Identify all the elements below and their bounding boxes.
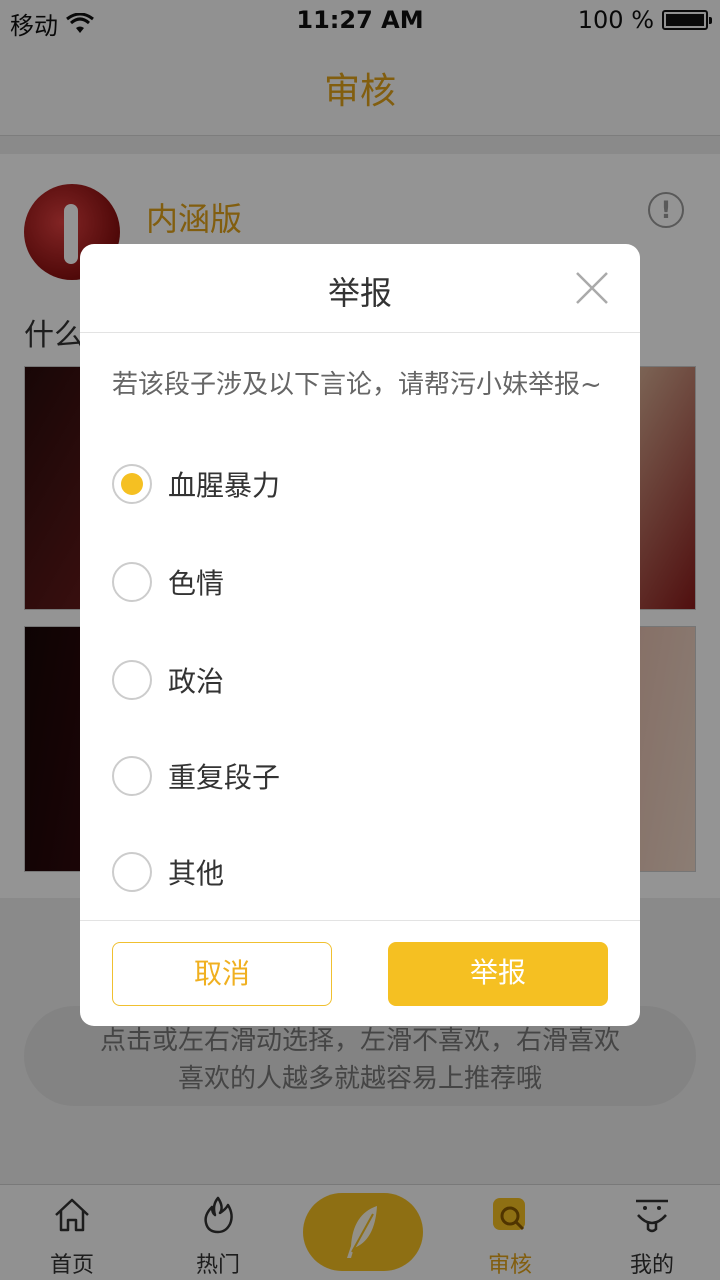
radio-button[interactable]	[112, 756, 152, 796]
cancel-button[interactable]: 取消	[112, 942, 332, 1006]
report-button[interactable]: 举报	[388, 942, 608, 1006]
divider	[80, 920, 640, 921]
option-porn[interactable]: 色情	[112, 562, 224, 602]
close-icon[interactable]	[574, 270, 610, 306]
option-label: 色情	[168, 567, 225, 600]
option-violence[interactable]: 血腥暴力	[112, 464, 280, 504]
option-other[interactable]: 其他	[112, 852, 224, 892]
radio-button[interactable]	[112, 464, 152, 504]
radio-button[interactable]	[112, 562, 152, 602]
dialog-description: 若该段子涉及以下言论，请帮污小妹举报~	[112, 370, 602, 400]
option-politics[interactable]: 政治	[112, 660, 224, 700]
option-label: 血腥暴力	[168, 469, 281, 502]
option-label: 重复段子	[168, 761, 281, 794]
dialog-title: 举报	[327, 274, 392, 312]
option-duplicate[interactable]: 重复段子	[112, 756, 280, 796]
divider	[80, 332, 640, 333]
option-label: 政治	[168, 665, 225, 698]
radio-button[interactable]	[112, 660, 152, 700]
report-dialog: 举报 若该段子涉及以下言论，请帮污小妹举报~ 血腥暴力 色情 政治 重复段子 其…	[80, 244, 640, 1026]
option-label: 其他	[168, 857, 225, 890]
radio-button[interactable]	[112, 852, 152, 892]
